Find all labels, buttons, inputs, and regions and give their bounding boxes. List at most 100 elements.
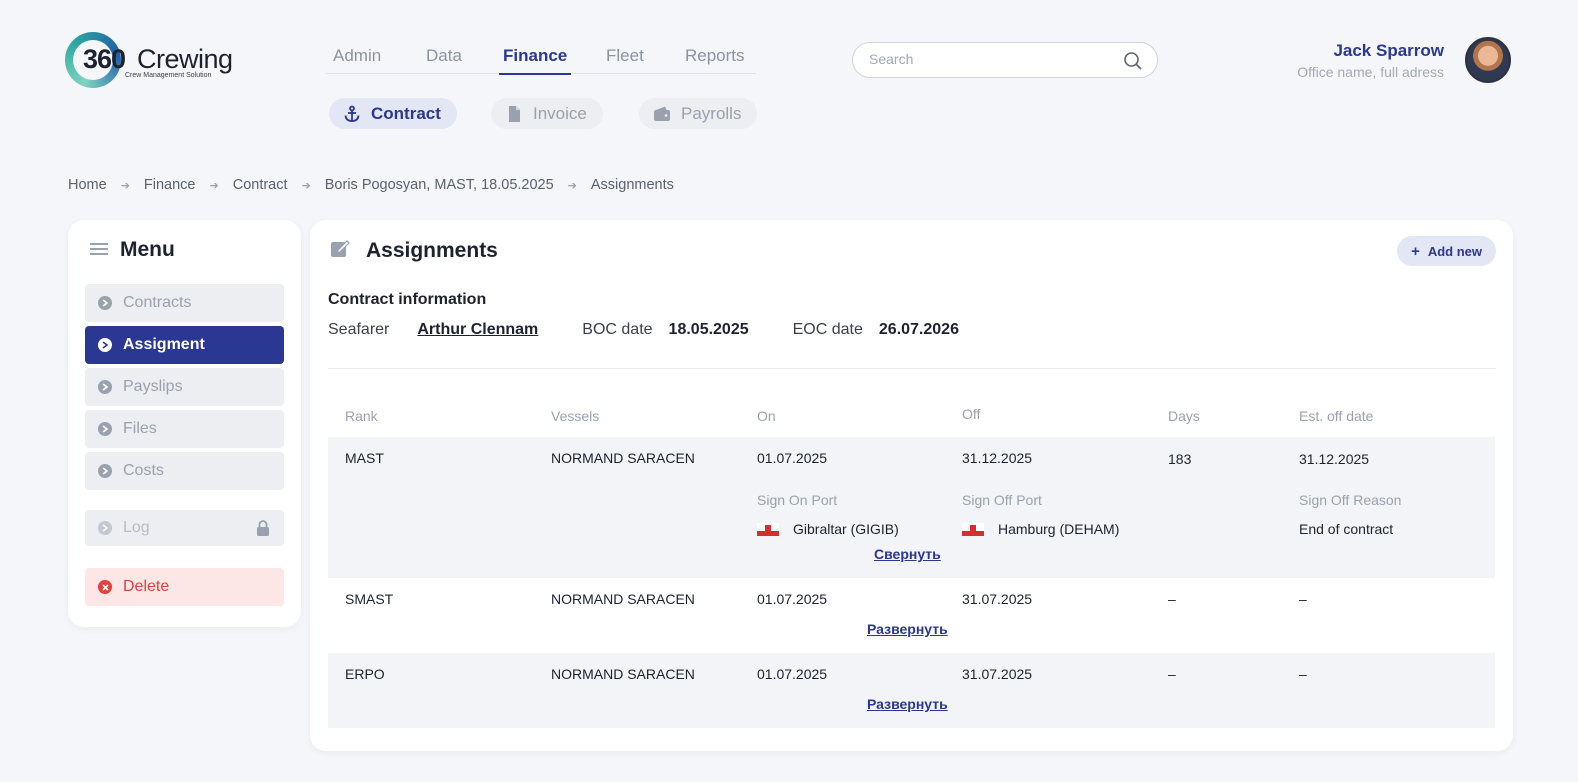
edit-icon: [330, 238, 350, 264]
sign-off-port-value: Hamburg (DEHAM): [998, 521, 1120, 537]
menu-item-assigment[interactable]: Assigment: [85, 326, 284, 364]
subtab-contract[interactable]: Contract: [329, 98, 457, 129]
avatar[interactable]: [1465, 37, 1511, 83]
side-menu: Menu Contracts Assigment Payslips Files …: [68, 220, 301, 627]
days-cell: –: [1168, 666, 1176, 682]
tab-reports[interactable]: Reports: [685, 46, 745, 66]
on-cell: 01.07.2025: [757, 666, 828, 682]
rank-cell: MAST: [345, 450, 384, 466]
subtab-payrolls[interactable]: Payrolls: [639, 98, 758, 129]
chevron-circle-icon: [98, 380, 112, 394]
document-icon: [505, 105, 523, 123]
anchor-icon: [343, 105, 361, 123]
subtab-invoice-label: Invoice: [533, 103, 587, 123]
chevron-circle-icon: [98, 296, 112, 310]
arrow-right-icon: ➔: [301, 179, 311, 192]
menu-item-label: Files: [123, 420, 157, 437]
breadcrumb-home[interactable]: Home: [68, 177, 107, 193]
vessel-cell: NORMAND SARACEN: [551, 450, 695, 466]
hamburger-icon: [90, 238, 108, 262]
search-box: [852, 42, 1158, 78]
plus-icon: +: [1411, 242, 1420, 260]
menu-item-payslips[interactable]: Payslips: [85, 368, 284, 406]
app-logo[interactable]: 360 Crewing Crew Management Solution: [65, 32, 245, 90]
eoc-date-value: 26.07.2026: [878, 321, 959, 338]
menu-title: Menu: [120, 238, 175, 261]
seafarer-label: Seafarer: [328, 321, 390, 338]
add-new-button[interactable]: + Add new: [1397, 236, 1496, 266]
assignments-panel: Assignments + Add new Contract informati…: [310, 220, 1513, 751]
sign-on-port-value: Gibraltar (GIGIB): [793, 521, 899, 537]
on-cell: 01.07.2025: [757, 450, 828, 466]
lock-icon: [256, 520, 270, 541]
rank-cell: ERPO: [345, 666, 385, 682]
menu-item-costs[interactable]: Costs: [85, 452, 284, 490]
chevron-circle-icon: [98, 464, 112, 478]
flag-icon: [962, 522, 984, 536]
subtab-payrolls-label: Payrolls: [681, 103, 742, 123]
menu-item-label: Log: [123, 519, 150, 536]
boc-date-value: 18.05.2025: [668, 321, 749, 338]
column-header-rank: Rank: [345, 408, 378, 424]
breadcrumb-contract-detail[interactable]: Boris Pogosyan, MAST, 18.05.2025: [325, 177, 554, 193]
menu-item-log[interactable]: Log: [85, 510, 284, 546]
table-row[interactable]: SMAST NORMAND SARACEN 01.07.2025 31.07.2…: [328, 578, 1495, 653]
delete-button[interactable]: Delete: [85, 568, 284, 606]
close-circle-icon: [98, 580, 112, 594]
table-row[interactable]: ERPO NORMAND SARACEN 01.07.2025 31.07.20…: [328, 653, 1495, 728]
expand-link[interactable]: Развернуть: [867, 621, 948, 637]
sign-on-port-label: Sign On Port: [757, 492, 838, 508]
sign-off-port-label: Sign Off Port: [962, 492, 1042, 508]
days-cell: –: [1168, 591, 1176, 607]
tab-finance[interactable]: Finance: [498, 46, 572, 75]
boc-date-label: BOC date: [582, 321, 653, 338]
est-off-date-cell: –: [1299, 666, 1307, 682]
logo-number: 360: [83, 44, 126, 74]
vessel-cell: NORMAND SARACEN: [551, 591, 695, 607]
days-cell: 183: [1168, 451, 1192, 467]
on-cell: 01.07.2025: [757, 591, 828, 607]
column-header-days: Days: [1168, 408, 1200, 424]
eoc-date-label: EOC date: [792, 321, 863, 338]
wallet-icon: [653, 105, 671, 123]
menu-item-contracts[interactable]: Contracts: [85, 284, 284, 322]
chevron-circle-icon: [98, 338, 112, 352]
search-icon[interactable]: [1123, 51, 1143, 76]
breadcrumb-contract[interactable]: Contract: [233, 177, 288, 193]
logo-word: Crewing: [137, 44, 233, 74]
column-header-est-off-date: Est. off date: [1299, 408, 1374, 424]
off-cell: 31.07.2025: [962, 666, 1033, 682]
user-name: Jack Sparrow: [1333, 41, 1444, 60]
expand-link[interactable]: Развернуть: [867, 696, 948, 712]
divider: [328, 368, 1496, 369]
panel-header: Assignments: [330, 238, 498, 264]
menu-item-label: Costs: [123, 462, 164, 479]
column-header-vessels: Vessels: [551, 408, 600, 424]
tab-fleet[interactable]: Fleet: [606, 46, 644, 66]
seafarer-link[interactable]: Arthur Clennam: [417, 321, 538, 339]
logo-tagline: Crew Management Solution: [125, 72, 212, 79]
est-off-date-cell: –: [1299, 591, 1307, 607]
tab-admin[interactable]: Admin: [333, 46, 381, 66]
vessel-cell: NORMAND SARACEN: [551, 666, 695, 682]
table-row[interactable]: MAST NORMAND SARACEN 01.07.2025 31.12.20…: [328, 437, 1495, 578]
menu-item-label: Contracts: [123, 294, 192, 311]
breadcrumb-finance[interactable]: Finance: [144, 177, 196, 193]
subtab-invoice[interactable]: Invoice: [491, 98, 603, 129]
user-office: Office name, full adress: [1297, 64, 1444, 80]
menu-item-label: Assigment: [123, 336, 205, 353]
arrow-right-icon: ➔: [209, 179, 219, 192]
chevron-circle-icon: [98, 422, 112, 436]
sign-off-port: Hamburg (DEHAM): [962, 521, 1119, 537]
menu-item-files[interactable]: Files: [85, 410, 284, 448]
collapse-link[interactable]: Свернуть: [874, 546, 941, 562]
tab-data[interactable]: Data: [426, 46, 462, 66]
user-info[interactable]: Jack Sparrow Office name, full adress: [1297, 41, 1444, 80]
arrow-right-icon: ➔: [567, 179, 577, 192]
sign-on-port: Gibraltar (GIGIB): [757, 521, 899, 537]
search-input[interactable]: [869, 51, 1109, 67]
sign-off-reason-value: End of contract: [1299, 521, 1394, 537]
subtab-contract-label: Contract: [371, 103, 441, 123]
column-header-on: On: [757, 408, 776, 424]
page-title: Assignments: [366, 239, 498, 262]
